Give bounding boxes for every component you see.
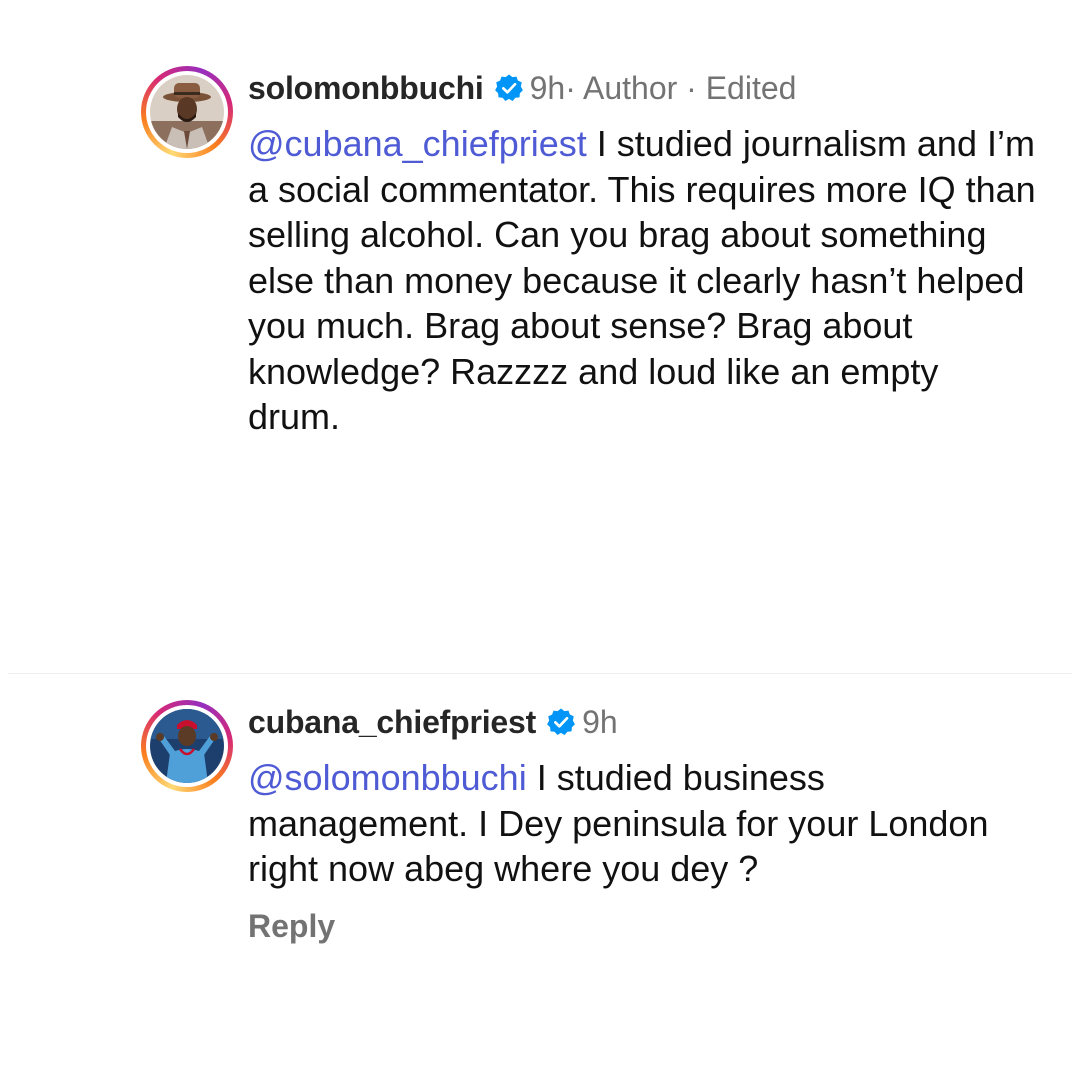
username[interactable]: solomonbbuchi	[248, 70, 484, 107]
timestamp: 9h	[582, 703, 618, 740]
mention-link[interactable]: @cubana_chiefpriest	[248, 123, 587, 164]
avatar[interactable]	[141, 66, 233, 158]
verified-badge-icon	[547, 708, 575, 735]
username[interactable]: cubana_chiefpriest	[248, 704, 536, 741]
avatar[interactable]	[141, 700, 233, 792]
comment-text: @cubana_chiefpriest I studied journalism…	[248, 121, 1038, 440]
profile-photo	[150, 75, 224, 149]
comment-text: @solomonbbuchi I studied business manage…	[248, 755, 1038, 892]
timestamp: 9h	[529, 69, 566, 106]
reply-button[interactable]: Reply	[248, 908, 335, 945]
comment-item: cubana_chiefpriest 9h @solomonbbuchi I s…	[0, 674, 1080, 1080]
comment-item: solomonbbuchi 9h · Author · Edited @cuba…	[0, 0, 1080, 672]
comment-header: solomonbbuchi 9h · Author · Edited	[248, 66, 796, 110]
verified-badge-icon	[494, 74, 523, 101]
mention-link[interactable]: @solomonbbuchi	[248, 757, 527, 798]
comment-body: I studied journalism and I’m a social co…	[248, 123, 1036, 437]
profile-photo	[150, 709, 224, 783]
comment-meta: · Author · Edited	[565, 69, 797, 106]
comment-header: cubana_chiefpriest 9h	[248, 700, 618, 744]
